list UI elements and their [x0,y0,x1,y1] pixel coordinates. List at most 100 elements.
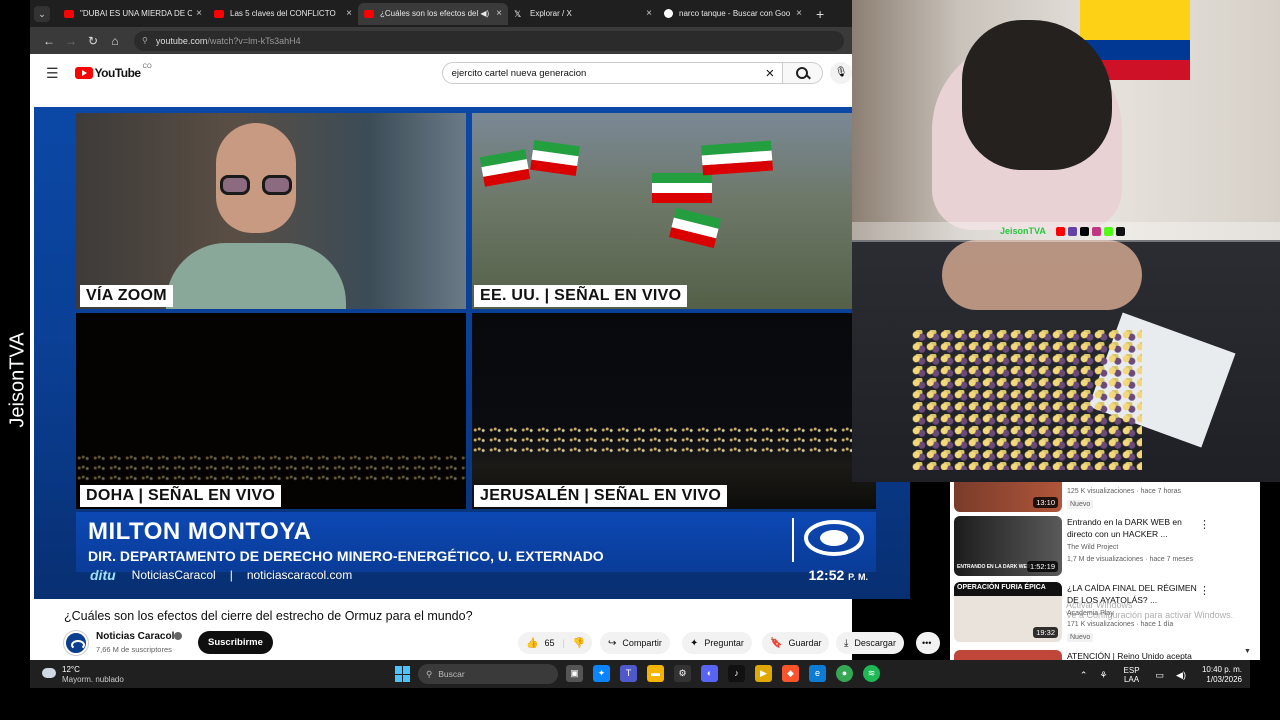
more-actions-button[interactable]: ••• [916,632,940,654]
city-lights [76,453,466,483]
speaker-icon[interactable]: ◀) [480,9,489,18]
rec-duration: 13:10 [1033,497,1058,508]
rec-duration: 1:52:19 [1026,561,1058,572]
guest-role: DIR. DEPARTAMENTO DE DERECHO MINERO-ENER… [88,548,604,564]
forward-icon[interactable]: → [60,34,82,48]
tab-conflicto[interactable]: Las 5 claves del CONFLICTO × [208,3,358,25]
tab-title: "DUBAI ES UNA MIERDA DE O [80,9,193,18]
tab-google[interactable]: narco tanque - Buscar con Goo × [658,3,808,25]
ticker-separator: | [229,568,233,582]
spotify-icon[interactable]: ≋ [863,665,880,682]
chevron-up-icon[interactable]: ⌃ [1080,670,1088,681]
youtube-favicon-icon [64,9,74,18]
site-info-icon[interactable]: ⚲ [142,36,148,45]
tab-title: narco tanque - Buscar con Goo [679,9,791,18]
ask-label: Preguntar [704,638,744,648]
rec-new-badge: Nuevo [1067,633,1094,642]
like-count[interactable]: 65 [544,638,554,648]
search-button[interactable] [783,62,824,84]
discord-icon[interactable]: ◐ [701,665,718,682]
back-icon[interactable]: ← [38,34,60,48]
tab-dubai[interactable]: "DUBAI ES UNA MIERDA DE O × [58,3,208,25]
chrome-icon[interactable]: ● [836,665,853,682]
edge-icon[interactable]: e [809,665,826,682]
tab-search-icon[interactable]: ⌄ [34,5,50,22]
tiktok-app-icon[interactable]: ♪ [728,665,745,682]
share-button[interactable]: ↪ Compartir [600,632,670,654]
like-icon[interactable]: 👍 [526,638,538,649]
side-brand-text: JeisonTVA [6,332,29,428]
tray-app-icon[interactable]: ⚘ [1099,670,1107,681]
windows-start-icon[interactable] [395,666,411,682]
volume-icon[interactable]: ◀) [1176,670,1186,681]
settings-icon[interactable]: ⚙ [674,665,691,682]
close-tab-icon[interactable]: × [496,8,502,19]
rec-more-icon[interactable]: ⋮ [1199,584,1210,597]
rec-more-icon[interactable]: ⋮ [1199,518,1210,531]
windows-activation-watermark: Activar Windows Ve a Configuración para … [1066,600,1234,620]
label-jerusalem: JERUSALÉN | SEÑAL EN VIVO [474,485,728,507]
file-explorer-icon[interactable]: ▬ [647,665,664,682]
rec-title[interactable]: Entrando en la DARK WEB en directo con u… [1067,516,1207,540]
menu-icon[interactable]: ☰ [46,65,59,82]
caracol-logo-icon [792,518,870,562]
search-input[interactable]: ejercito cartel nueva generacion × [441,62,784,84]
new-tab-button[interactable]: + [816,6,824,22]
rec-thumb-text: ENTRANDO EN LA DARK WEB [957,564,1031,570]
google-favicon-icon [664,9,673,18]
x-icon [1080,227,1089,236]
close-tab-icon[interactable]: × [646,8,652,19]
youtube-logo[interactable]: YouTube CO [74,64,152,80]
close-tab-icon[interactable]: × [346,8,352,19]
close-tab-icon[interactable]: × [196,8,202,19]
video-player[interactable]: VÍA ZOOM EE. UU. | SEÑAL EN VIVO DOHA | … [34,107,910,599]
system-tray: ⌃ ⚘ ESP LAA ▭ ◀) 10:40 p. m. 1/03/2026 [1074,664,1242,686]
teams-icon[interactable]: T [620,665,637,682]
mic-icon[interactable]: 🎙 [830,62,852,84]
network-icon[interactable]: ▭ [1156,670,1165,681]
tab-title: Las 5 claves del CONFLICTO [230,9,336,18]
rec-thumbnail[interactable]: ENTRANDO EN LA DARK WEB 1:52:19 [954,516,1062,576]
rec-thumbnail[interactable]: OPERACIÓN FURIA ÉPICA 19:32 [954,582,1062,642]
brave-icon[interactable]: ◆ [782,665,799,682]
tab-active-video[interactable]: ¿Cuáles son los efectos del ◀) × [358,2,508,25]
reload-icon[interactable]: ↻ [82,34,104,48]
subscribe-button[interactable]: Suscribirme [198,631,273,654]
download-button[interactable]: ⤓ Descargar [836,632,904,654]
dislike-icon[interactable]: 👎 [573,638,585,649]
copilot-icon[interactable]: ✦ [593,665,610,682]
rec-item[interactable]: 13:10 125 K visualizaciones · hace 7 hor… [954,482,1254,512]
channel-name[interactable]: Noticias Caracol [96,631,174,642]
video-cell-doha: DOHA | SEÑAL EN VIVO [76,313,466,509]
webcam-handle: JeisonTVA [1000,226,1046,236]
plex-icon[interactable]: ▶ [755,665,772,682]
rec-channel[interactable]: The Wild Project [1067,544,1118,551]
language-indicator[interactable]: ESP LAA [1124,666,1140,684]
ticker-channel: NoticiasCaracol [131,568,216,582]
taskbar-search[interactable]: ⚲ Buscar [418,664,558,684]
verified-icon [174,632,182,640]
ticker-bar: ditu NoticiasCaracol | noticiascaracol.c… [76,563,876,587]
ask-button[interactable]: ✦ Preguntar [682,632,752,654]
system-clock[interactable]: 10:40 p. m. 1/03/2026 [1202,665,1242,685]
url-path: /watch?v=lm-kTs3ahH4 [207,35,301,46]
close-tab-icon[interactable]: × [796,8,802,19]
channel-avatar[interactable] [64,631,88,655]
url-field[interactable]: ⚲ youtube.com/watch?v=lm-kTs3ahH4 [134,30,844,51]
youtube-icon [1056,227,1065,236]
taskbar-search-placeholder: Buscar [438,669,465,679]
clear-search-icon[interactable]: × [765,65,774,82]
rec-item[interactable]: ATENCIÓN | Reino Unido acepta [954,650,1254,660]
video-cell-jerusalem: JERUSALÉN | SEÑAL EN VIVO [472,313,876,509]
home-icon[interactable]: ⌂ [104,34,126,48]
share-icon: ↪ [608,637,617,649]
tab-x[interactable]: 𝕏 Explorar / X × [508,3,658,25]
rec-item[interactable]: ENTRANDO EN LA DARK WEB 1:52:19 Entrando… [954,516,1254,576]
bookmark-icon: 🔖 [770,637,783,649]
task-view-icon[interactable]: ▣ [566,665,583,682]
rec-thumbnail[interactable] [954,650,1062,660]
scroll-down-icon[interactable]: ▼ [1244,648,1251,655]
rec-thumbnail[interactable]: 13:10 [954,482,1062,512]
save-button[interactable]: 🔖 Guardar [762,632,830,654]
rec-title[interactable]: ATENCIÓN | Reino Unido acepta [1067,650,1207,660]
